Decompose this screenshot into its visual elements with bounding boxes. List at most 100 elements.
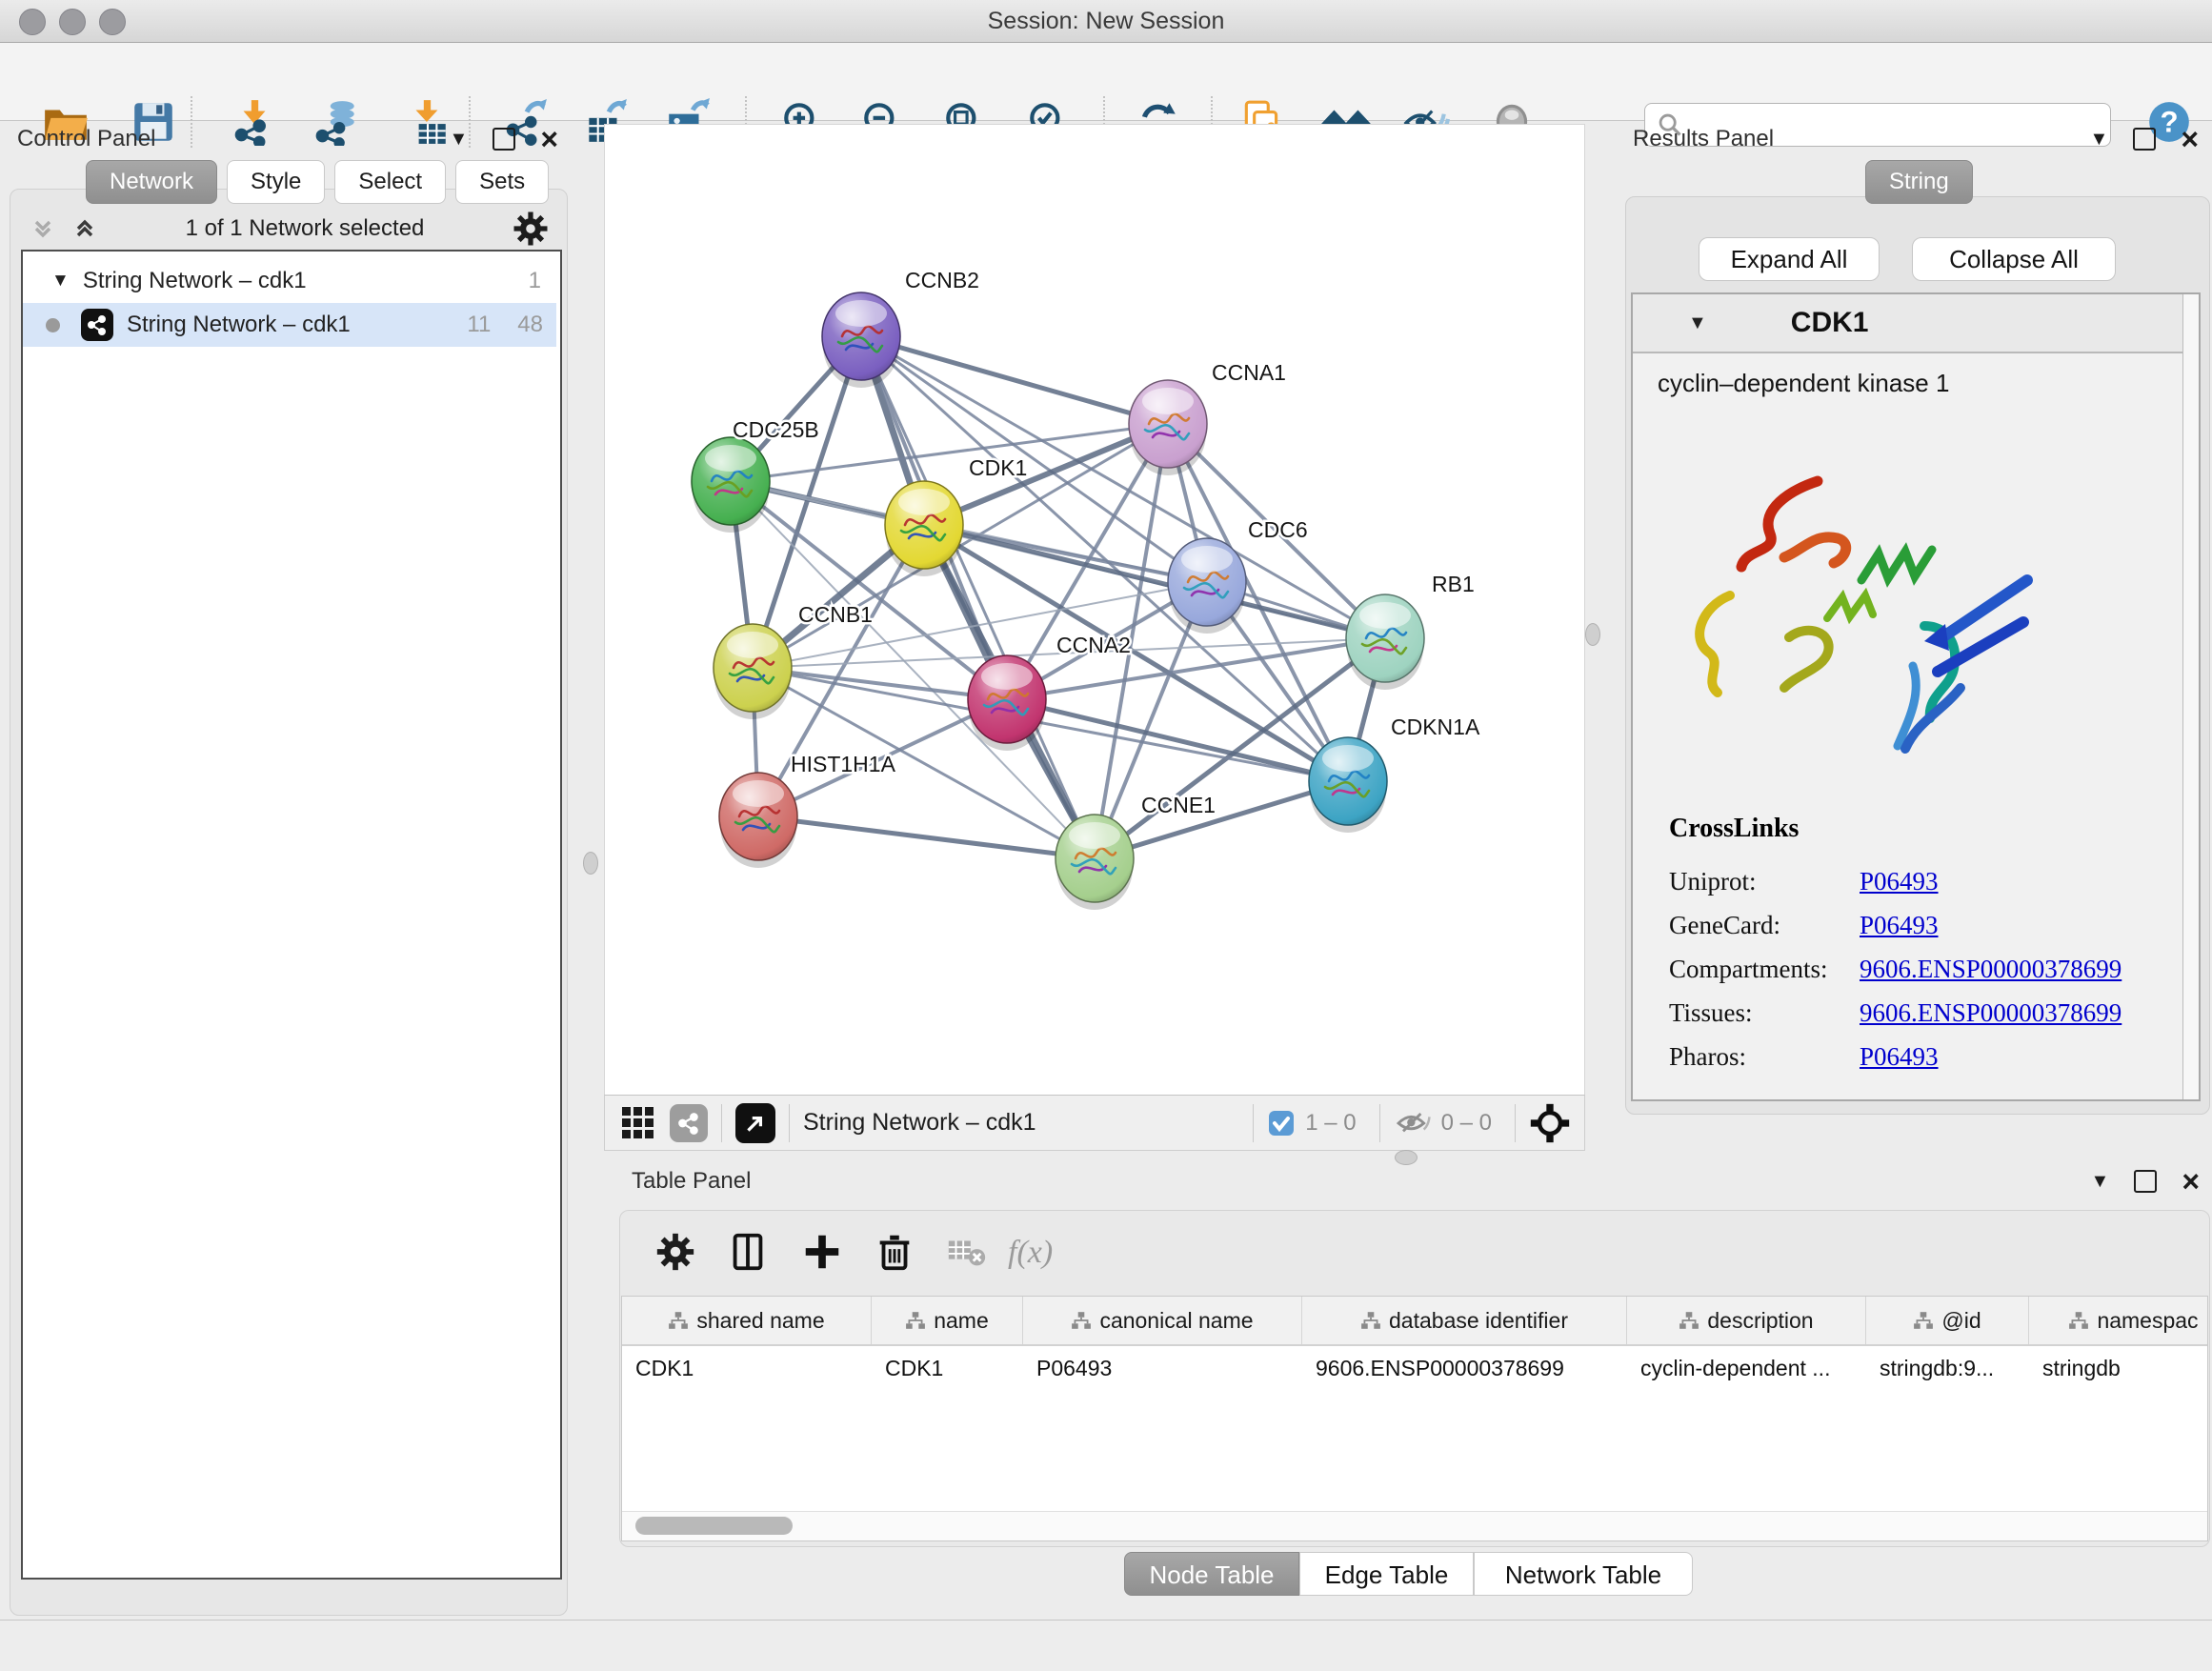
network-node-RB1[interactable]: RB1 bbox=[1346, 572, 1475, 690]
left-splitter-handle[interactable] bbox=[583, 852, 598, 875]
column-header--id[interactable]: @id bbox=[1866, 1297, 2029, 1344]
table-cell[interactable]: P06493 bbox=[1023, 1346, 1302, 1390]
delete-table-icon bbox=[945, 1230, 989, 1274]
crosslink-link[interactable]: P06493 bbox=[1860, 867, 1939, 896]
crosslinks-block: CrossLinks Uniprot:P06493GeneCard:P06493… bbox=[1669, 814, 2164, 1078]
column-header-namespac[interactable]: namespac bbox=[2029, 1297, 2208, 1344]
column-header-label: @id bbox=[1941, 1308, 1981, 1334]
node-count: 11 bbox=[467, 312, 491, 338]
network-node-CCNB2[interactable]: CCNB2 bbox=[822, 268, 979, 388]
birdseye-crosshair-icon[interactable] bbox=[1529, 1102, 1571, 1144]
table-cell[interactable]: CDK1 bbox=[872, 1346, 1023, 1390]
column-header-label: database identifier bbox=[1389, 1308, 1568, 1334]
crosslink-link[interactable]: P06493 bbox=[1860, 1042, 1939, 1072]
network-view-canvas[interactable]: CCNB2CCNA1CDC25BCDK1CDC6RB1CCNB1CCNA2CDK… bbox=[604, 124, 1585, 1096]
protein-section-header[interactable]: ▼ CDK1 bbox=[1633, 294, 2199, 353]
toolbar-separator bbox=[789, 1104, 790, 1142]
tab-string[interactable]: String bbox=[1865, 160, 1973, 204]
table-cell[interactable]: cyclin-dependent ... bbox=[1627, 1346, 1866, 1390]
crosslink-link[interactable]: P06493 bbox=[1860, 911, 1939, 940]
expand-all-icon[interactable] bbox=[70, 214, 99, 243]
crosslink-label: Pharos: bbox=[1669, 1042, 1860, 1072]
crosslink-link[interactable]: 9606.ENSP00000378699 bbox=[1860, 955, 2122, 984]
tree-expander-icon[interactable]: ▼ bbox=[51, 271, 70, 292]
panel-float-button[interactable] bbox=[493, 128, 515, 151]
detach-view-icon[interactable] bbox=[735, 1103, 775, 1143]
crosslink-label: Compartments: bbox=[1669, 955, 1860, 984]
column-header-name[interactable]: name bbox=[872, 1297, 1023, 1344]
panel-float-button[interactable] bbox=[2134, 1170, 2157, 1193]
right-splitter-handle[interactable] bbox=[1585, 623, 1600, 646]
string-network-graph: CCNB2CCNA1CDC25BCDK1CDC6RB1CCNB1CCNA2CDK… bbox=[605, 125, 1584, 1095]
crosslink-row: GeneCard:P06493 bbox=[1669, 903, 2164, 947]
panel-close-button[interactable]: × bbox=[540, 130, 558, 149]
tab-select[interactable]: Select bbox=[334, 160, 446, 204]
network-node-CCNA1[interactable]: CCNA1 bbox=[1129, 360, 1286, 475]
network-node-HIST1H1A[interactable]: HIST1H1A bbox=[719, 752, 896, 868]
network-collection-row[interactable]: ▼ String Network – cdk1 1 bbox=[23, 259, 556, 303]
table-cell[interactable]: stringdb:9... bbox=[1866, 1346, 2029, 1390]
table-horizontal-scrollbar[interactable] bbox=[622, 1511, 2207, 1540]
tab-network-table[interactable]: Network Table bbox=[1474, 1552, 1693, 1596]
panel-close-button[interactable]: × bbox=[2182, 1172, 2200, 1191]
column-header-label: name bbox=[934, 1308, 989, 1334]
node-label: RB1 bbox=[1432, 572, 1475, 596]
panel-close-button[interactable]: × bbox=[2181, 130, 2199, 149]
table-cell[interactable]: 9606.ENSP00000378699 bbox=[1302, 1346, 1627, 1390]
tab-sets[interactable]: Sets bbox=[455, 160, 549, 204]
panel-menu-button[interactable]: ▼ bbox=[2090, 129, 2109, 151]
tree-icon bbox=[1071, 1310, 1092, 1331]
gear-icon[interactable] bbox=[511, 209, 551, 249]
column-header-canonical-name[interactable]: canonical name bbox=[1023, 1297, 1302, 1344]
column-header-label: canonical name bbox=[1099, 1308, 1253, 1334]
delete-column-button[interactable] bbox=[871, 1229, 918, 1277]
table-row[interactable]: CDK1CDK1P064939606.ENSP00000378699cyclin… bbox=[622, 1346, 2207, 1390]
expand-all-button[interactable]: Expand All bbox=[1699, 237, 1880, 281]
tab-node-table[interactable]: Node Table bbox=[1124, 1552, 1299, 1596]
panel-float-button[interactable] bbox=[2133, 128, 2156, 151]
network-style-icon[interactable] bbox=[670, 1104, 708, 1142]
protein-structure-image bbox=[1675, 464, 2048, 776]
scrollbar-thumb[interactable] bbox=[635, 1517, 793, 1535]
network-edge[interactable] bbox=[861, 336, 1095, 858]
collapse-all-icon[interactable] bbox=[29, 214, 57, 243]
network-view-title: String Network – cdk1 bbox=[803, 1109, 1036, 1137]
network-edge[interactable] bbox=[758, 816, 1095, 858]
tree-icon bbox=[1360, 1310, 1381, 1331]
function-builder-button[interactable]: f(x) bbox=[1008, 1235, 1053, 1271]
panel-menu-button[interactable]: ▼ bbox=[450, 129, 469, 151]
column-header-shared-name[interactable]: shared name bbox=[622, 1297, 872, 1344]
network-row-selected[interactable]: String Network – cdk1 11 48 bbox=[23, 303, 556, 347]
column-header-description[interactable]: description bbox=[1627, 1297, 1866, 1344]
network-node-CDKN1A[interactable]: CDKN1A bbox=[1309, 715, 1480, 833]
network-node-CCNE1[interactable]: CCNE1 bbox=[1056, 793, 1216, 910]
table-cell[interactable]: CDK1 bbox=[622, 1346, 872, 1390]
column-header-label: namespac bbox=[2097, 1308, 2198, 1334]
grid-view-icon[interactable] bbox=[620, 1105, 656, 1141]
selected-checkbox-icon[interactable] bbox=[1267, 1109, 1296, 1137]
bottom-splitter-handle[interactable] bbox=[1395, 1150, 1418, 1165]
collapse-arrow-icon[interactable]: ▼ bbox=[1688, 312, 1707, 334]
column-header-database-identifier[interactable]: database identifier bbox=[1302, 1297, 1627, 1344]
results-scrollbar[interactable] bbox=[2182, 294, 2199, 1099]
collapse-all-button[interactable]: Collapse All bbox=[1912, 237, 2116, 281]
add-column-button[interactable] bbox=[798, 1229, 846, 1277]
table-cell[interactable]: stringdb bbox=[2029, 1346, 2208, 1390]
tab-style[interactable]: Style bbox=[227, 160, 325, 204]
hidden-eye-icon[interactable] bbox=[1394, 1107, 1432, 1139]
bullet-icon bbox=[46, 318, 60, 332]
tab-network[interactable]: Network bbox=[86, 160, 217, 204]
node-label: CCNB1 bbox=[798, 602, 873, 627]
network-edge[interactable] bbox=[924, 525, 1385, 638]
results-panel-title: Results Panel bbox=[1633, 126, 1774, 152]
table-settings-button[interactable] bbox=[652, 1229, 699, 1277]
collection-count: 1 bbox=[529, 268, 541, 294]
network-node-CDC25B[interactable]: CDC25B bbox=[692, 417, 819, 533]
panel-menu-button[interactable]: ▼ bbox=[2091, 1171, 2110, 1193]
tab-edge-table[interactable]: Edge Table bbox=[1299, 1552, 1474, 1596]
show-columns-button[interactable] bbox=[724, 1229, 772, 1277]
trash-icon bbox=[873, 1230, 916, 1274]
protein-description: cyclin–dependent kinase 1 bbox=[1658, 369, 1949, 398]
delete-table-button[interactable] bbox=[943, 1229, 991, 1277]
crosslink-link[interactable]: 9606.ENSP00000378699 bbox=[1860, 998, 2122, 1028]
